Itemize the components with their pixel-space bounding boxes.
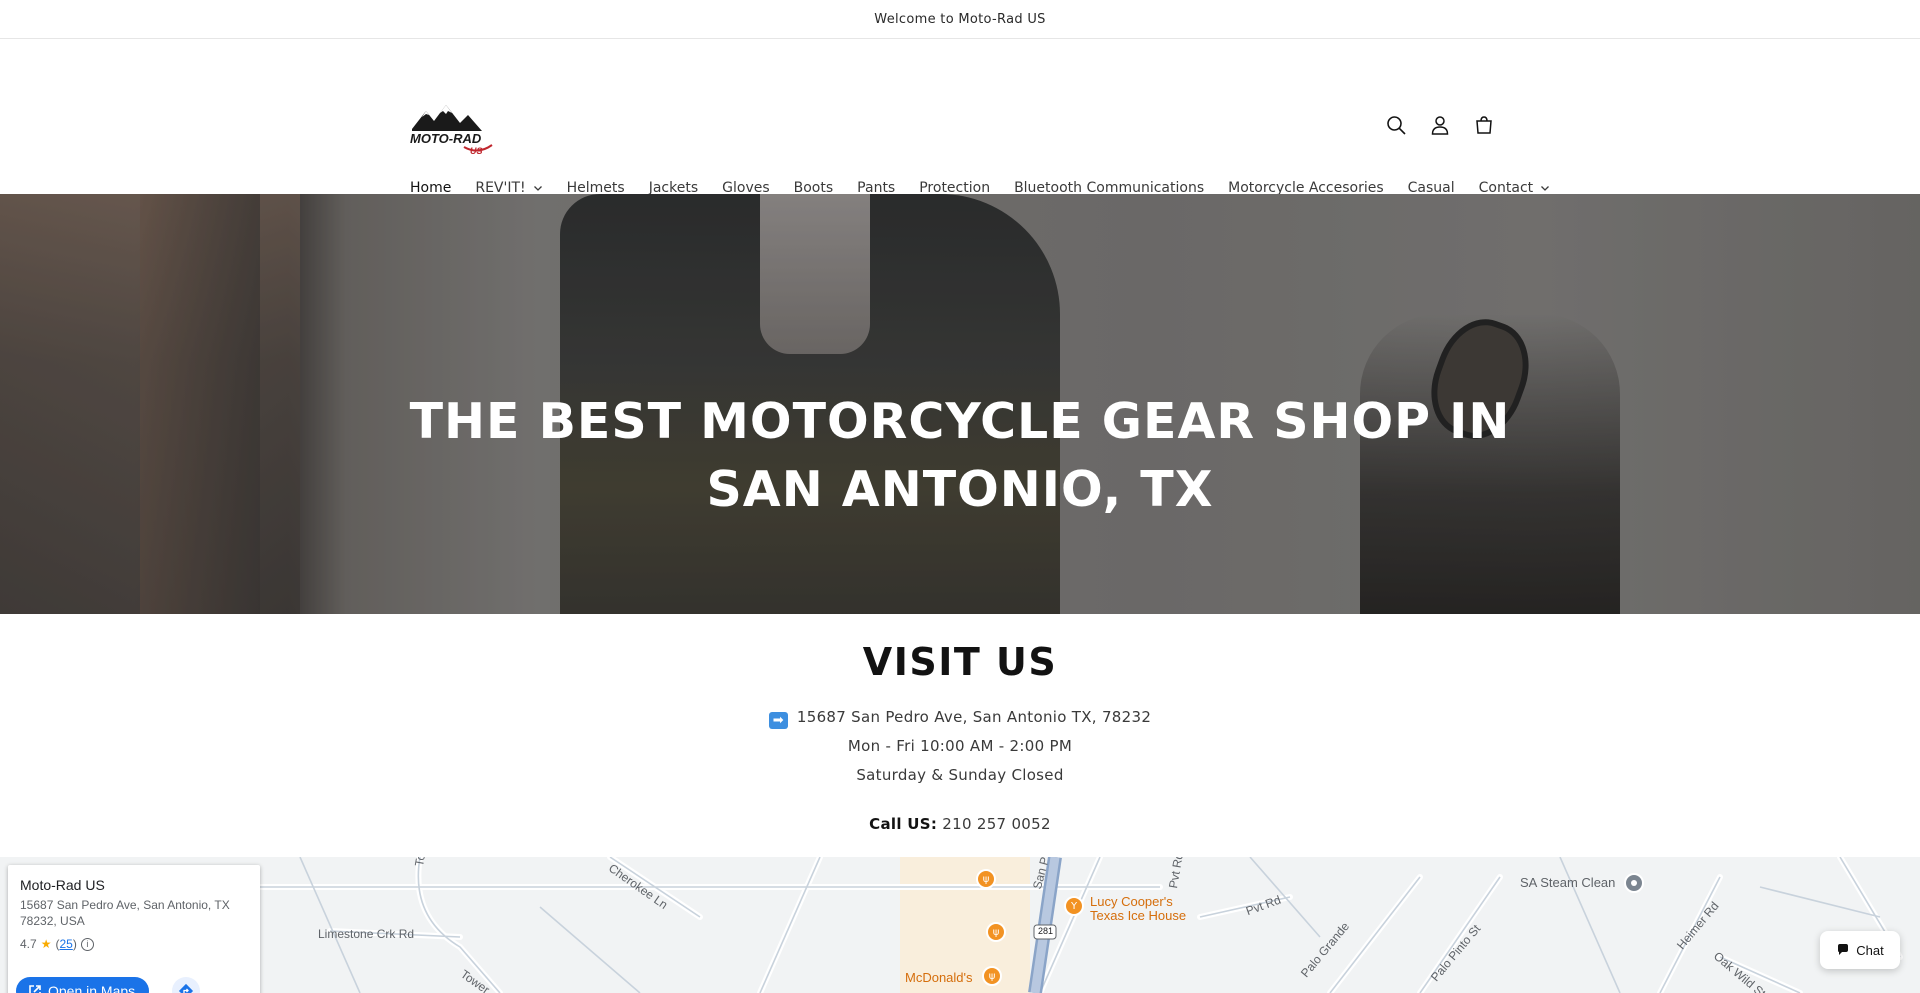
poi-label-line-2: Texas Ice House	[1090, 908, 1187, 923]
store-phone: Call US: 210 257 0052	[0, 815, 1920, 833]
info-icon[interactable]: i	[80, 937, 94, 951]
place-name: Moto-Rad US	[20, 877, 105, 893]
map-pin-icon[interactable]	[1624, 873, 1644, 893]
star-icon: ★	[40, 937, 52, 951]
directions-button[interactable]	[172, 977, 200, 993]
store-weekend-hours: Saturday & Sunday Closed	[856, 766, 1064, 784]
map-poi-mcdonalds[interactable]: McDonald's	[905, 971, 973, 985]
arrow-right-icon: ➡	[768, 712, 788, 729]
external-link-icon	[29, 985, 41, 993]
map-poi-lucy-coopers[interactable]: Lucy Cooper's Texas Ice House	[1090, 895, 1186, 923]
phone-number[interactable]: 210 257 0052	[942, 815, 1051, 833]
call-us-label: Call US:	[869, 815, 938, 833]
map-highway-shield: 281	[1038, 926, 1054, 936]
hero-headline: THE BEST MOTORCYCLE GEAR SHOP IN SAN ANT…	[0, 388, 1920, 524]
header-icons	[1385, 114, 1495, 136]
chat-button[interactable]: Chat	[1820, 931, 1900, 969]
embedded-map[interactable]: Tower Cherokee Ln Limestone Crk Rd Tower…	[0, 857, 1920, 993]
map-label-limestone: Limestone Crk Rd	[318, 927, 415, 941]
chat-label: Chat	[1856, 942, 1884, 958]
site-logo[interactable]: MOTO-RAD US	[408, 103, 502, 156]
moto-rad-logo-mark: MOTO-RAD US	[408, 105, 493, 156]
review-count-link[interactable]: 25	[59, 937, 72, 951]
place-address: 15687 San Pedro Ave, San Antonio, TX 782…	[20, 898, 230, 928]
map-place-card: Moto-Rad US 15687 San Pedro Ave, San Ant…	[8, 865, 260, 993]
announcement-text: Welcome to Moto-Rad US	[874, 11, 1046, 27]
hero-headline-line-1: THE BEST MOTORCYCLE GEAR SHOP IN	[409, 393, 1511, 450]
store-address-text: 15687 San Pedro Ave, San Antonio TX, 782…	[796, 708, 1152, 726]
restaurant-icon[interactable]: ψ	[986, 922, 1006, 942]
announcement-bar: Welcome to Moto-Rad US	[0, 0, 1920, 39]
poi-label-line-1: Lucy Cooper's	[1090, 894, 1173, 909]
open-in-maps-button[interactable]: Open in Maps	[16, 977, 150, 993]
logo-wordmark: MOTO-RAD	[410, 131, 482, 146]
store-hours: Mon - Fri 10:00 AM - 2:00 PM	[847, 737, 1073, 755]
open-in-maps-label: Open in Maps	[48, 983, 136, 993]
restaurant-icon[interactable]: ψ	[982, 966, 1002, 986]
restaurant-icon[interactable]: ψ	[976, 869, 996, 889]
account-icon[interactable]	[1429, 114, 1451, 136]
hero-headline-line-2: SAN ANTONIO, TX	[706, 461, 1214, 518]
search-icon[interactable]	[1385, 114, 1407, 136]
directions-icon	[178, 983, 194, 993]
chat-icon	[1838, 944, 1849, 955]
map-poi-sa-steam-clean[interactable]: SA Steam Clean	[1520, 875, 1615, 890]
site-header: MOTO-RAD US Home REV'IT! Helmets Jackets…	[0, 39, 1920, 196]
bar-icon[interactable]: Y	[1064, 896, 1084, 916]
rating-value: 4.7	[20, 937, 37, 951]
chevron-down-icon	[1540, 183, 1550, 193]
visit-us-title: VISIT US	[862, 640, 1058, 684]
cart-icon[interactable]	[1473, 114, 1495, 136]
chevron-down-icon	[533, 183, 543, 193]
place-rating: 4.7 ★ (25) i	[20, 937, 248, 951]
store-address: ➡ 15687 San Pedro Ave, San Antonio TX, 7…	[0, 708, 1920, 729]
hero-banner: THE BEST MOTORCYCLE GEAR SHOP IN SAN ANT…	[0, 194, 1920, 614]
visit-us-section: VISIT US ➡ 15687 San Pedro Ave, San Anto…	[0, 614, 1920, 857]
